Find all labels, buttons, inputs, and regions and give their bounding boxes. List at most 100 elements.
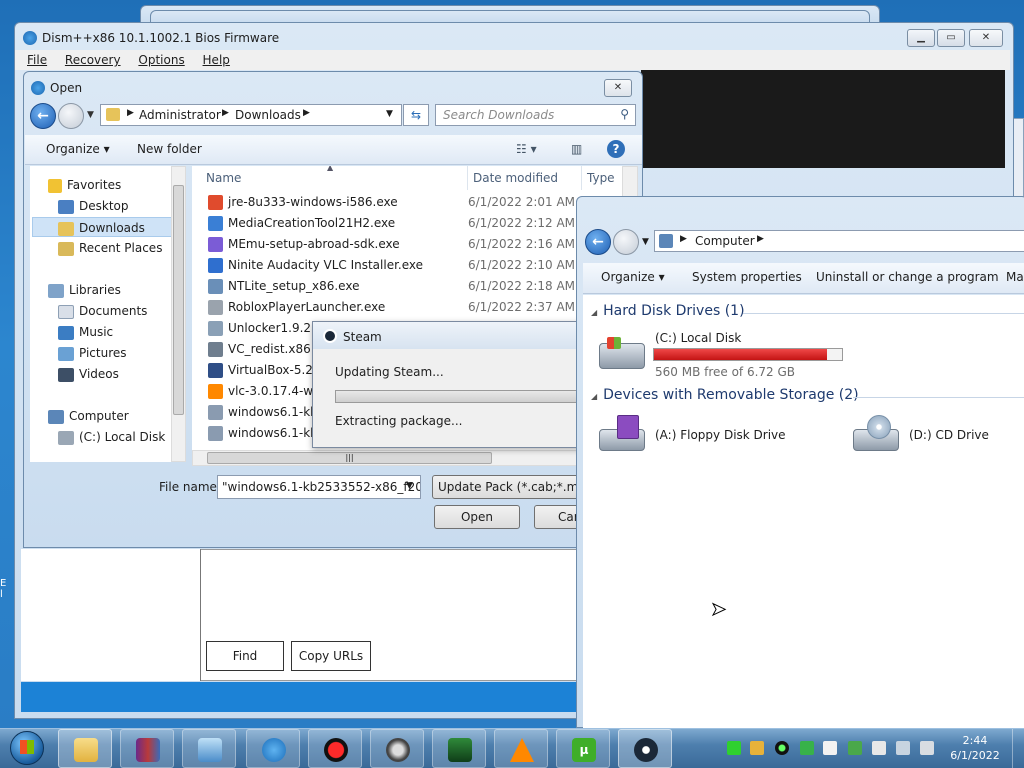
- taskbar-vlc-button[interactable]: [494, 729, 548, 768]
- nav-videos[interactable]: Videos: [58, 364, 119, 384]
- tray-shield-icon[interactable]: [848, 741, 862, 755]
- column-header-date[interactable]: Date modified: [467, 166, 558, 190]
- computer-organize-button[interactable]: Organize ▾: [601, 270, 665, 284]
- tray-tool-icon[interactable]: [750, 741, 764, 755]
- file-row[interactable]: NTLite_setup_x86.exe 6/1/2022 2:18 AM: [192, 276, 620, 297]
- taskbar-recorder-button[interactable]: [308, 729, 362, 768]
- column-header-type[interactable]: Type: [581, 166, 615, 190]
- start-button[interactable]: [2, 728, 52, 768]
- taskbar-steam-button[interactable]: [618, 729, 672, 768]
- computer-forward-button[interactable]: [613, 229, 639, 255]
- help-icon[interactable]: ?: [607, 140, 625, 158]
- tray-green-square-icon[interactable]: [727, 741, 741, 755]
- nav-computer[interactable]: Computer: [48, 406, 129, 426]
- taskbar-control-panel-button[interactable]: [182, 729, 236, 768]
- file-row[interactable]: RobloxPlayerLauncher.exe 6/1/2022 2:37 AM: [192, 297, 620, 318]
- computer-recent-dropdown-icon[interactable]: ▼: [642, 237, 649, 247]
- nav-favorites[interactable]: Favorites: [48, 175, 121, 195]
- toolbar-more-button[interactable]: Ma: [1006, 270, 1024, 284]
- exe-file-icon: [208, 405, 223, 420]
- nav-desktop[interactable]: Desktop: [58, 196, 129, 216]
- taskbar-utorrent-button[interactable]: µ: [556, 729, 610, 768]
- refresh-button[interactable]: ⇆: [403, 104, 429, 126]
- exe-file-icon: [208, 237, 223, 252]
- nav-scroll-thumb[interactable]: [173, 185, 184, 415]
- nav-documents[interactable]: Documents: [58, 301, 147, 321]
- tray-flag-icon[interactable]: [872, 741, 886, 755]
- file-row[interactable]: MEmu-setup-abroad-sdk.exe 6/1/2022 2:16 A…: [192, 234, 620, 255]
- view-options-icon[interactable]: ☷ ▾: [516, 142, 537, 156]
- hdd-group-header[interactable]: ◢ Hard Disk Drives (1): [591, 303, 745, 319]
- open-button[interactable]: Open: [434, 505, 520, 529]
- computer-address-bar[interactable]: ▶ Computer ▶: [654, 230, 1024, 252]
- removable-group-header[interactable]: ◢ Devices with Removable Storage (2): [591, 387, 859, 403]
- organize-button[interactable]: Organize ▾: [46, 142, 110, 156]
- search-input[interactable]: Search Downloads ⚲: [435, 104, 636, 126]
- nav-pictures[interactable]: Pictures: [58, 343, 127, 363]
- show-desktop-button[interactable]: [1012, 729, 1024, 768]
- menu-recovery[interactable]: Recovery: [65, 53, 121, 67]
- tray-volume-muted-icon[interactable]: [920, 741, 934, 755]
- exe-file-icon: [208, 279, 223, 294]
- open-dialog-close-button[interactable]: ✕: [604, 79, 632, 97]
- taskbar-dism-button[interactable]: [246, 729, 300, 768]
- menu-file[interactable]: File: [27, 53, 47, 67]
- copy-urls-button[interactable]: Copy URLs: [291, 641, 371, 671]
- preview-pane-icon[interactable]: ▥: [571, 142, 582, 156]
- breadcrumb-downloads[interactable]: Downloads: [235, 108, 301, 122]
- a-drive-item[interactable]: (A:) Floppy Disk Drive: [599, 415, 799, 459]
- tray-app-icon[interactable]: [800, 741, 814, 755]
- file-name-input[interactable]: "windows6.1-kb2533552-x86_f2061: [217, 475, 421, 499]
- pictures-icon: [58, 346, 74, 361]
- computer-back-button[interactable]: ←: [585, 229, 611, 255]
- file-list-hscrollbar[interactable]: |||: [192, 450, 622, 466]
- uninstall-program-button[interactable]: Uninstall or change a program: [816, 270, 999, 284]
- breadcrumb-administrator[interactable]: Administrator: [139, 108, 221, 122]
- exe-file-icon: [208, 363, 223, 378]
- tray-circle-icon[interactable]: [775, 741, 789, 755]
- nav-libraries[interactable]: Libraries: [48, 280, 121, 300]
- system-properties-button[interactable]: System properties: [692, 270, 802, 284]
- c-drive-usage-bar: [653, 348, 843, 361]
- hard-disk-icon: [599, 343, 645, 369]
- close-button[interactable]: ✕: [969, 29, 1003, 47]
- nav-music[interactable]: Music: [58, 322, 113, 342]
- taskbar-raccoon-app-button[interactable]: [370, 729, 424, 768]
- recent-places-icon: [58, 241, 74, 256]
- column-header-name[interactable]: Name: [206, 166, 241, 190]
- d-drive-item[interactable]: (D:) CD Drive: [853, 415, 1023, 459]
- breadcrumb-computer[interactable]: Computer: [695, 234, 755, 248]
- address-dropdown-icon[interactable]: ▼: [386, 109, 393, 119]
- file-name-value: "windows6.1-kb2533552-x86_f2061: [222, 480, 421, 494]
- file-row[interactable]: MediaCreationTool21H2.exe 6/1/2022 2:12 A…: [192, 213, 620, 234]
- search-placeholder: Search Downloads: [443, 108, 555, 122]
- nav-local-disk[interactable]: (C:) Local Disk: [58, 427, 165, 447]
- nav-downloads[interactable]: Downloads: [32, 217, 182, 237]
- menu-help[interactable]: Help: [203, 53, 230, 67]
- nav-pane-scrollbar[interactable]: [171, 166, 186, 462]
- file-row[interactable]: jre-8u333-windows-i586.exe 6/1/2022 2:01 …: [192, 192, 620, 213]
- menu-options[interactable]: Options: [138, 53, 184, 67]
- libraries-icon: [48, 283, 64, 298]
- taskbar-winrar-button[interactable]: [120, 729, 174, 768]
- minimize-button[interactable]: ▁: [907, 29, 935, 47]
- forward-button[interactable]: [58, 103, 84, 129]
- desktop-icon-fragment: El: [0, 578, 7, 600]
- new-folder-button[interactable]: New folder: [137, 142, 202, 156]
- address-bar[interactable]: ▶ Administrator ▶ Downloads ▶ ▼: [100, 104, 402, 126]
- tray-network-icon[interactable]: [896, 741, 910, 755]
- maximize-button[interactable]: ▭: [937, 29, 965, 47]
- nav-recent-places[interactable]: Recent Places: [58, 238, 162, 258]
- h-scroll-thumb[interactable]: |||: [207, 452, 492, 464]
- taskbar-clock[interactable]: 2:44 6/1/2022: [940, 733, 1010, 763]
- find-button[interactable]: Find: [206, 641, 284, 671]
- recent-pages-dropdown-icon[interactable]: ▼: [87, 110, 94, 120]
- taskbar-task-manager-button[interactable]: [432, 729, 486, 768]
- file-name-dropdown-icon[interactable]: ▼: [406, 481, 413, 491]
- back-button[interactable]: ←: [30, 103, 56, 129]
- c-drive-item[interactable]: (C:) Local Disk 560 MB free of 6.72 GB: [599, 331, 859, 381]
- tray-document-icon[interactable]: [823, 741, 837, 755]
- raccoon-icon: [386, 738, 410, 762]
- file-row[interactable]: Ninite Audacity VLC Installer.exe 6/1/202…: [192, 255, 620, 276]
- taskbar-explorer-button[interactable]: [58, 729, 112, 768]
